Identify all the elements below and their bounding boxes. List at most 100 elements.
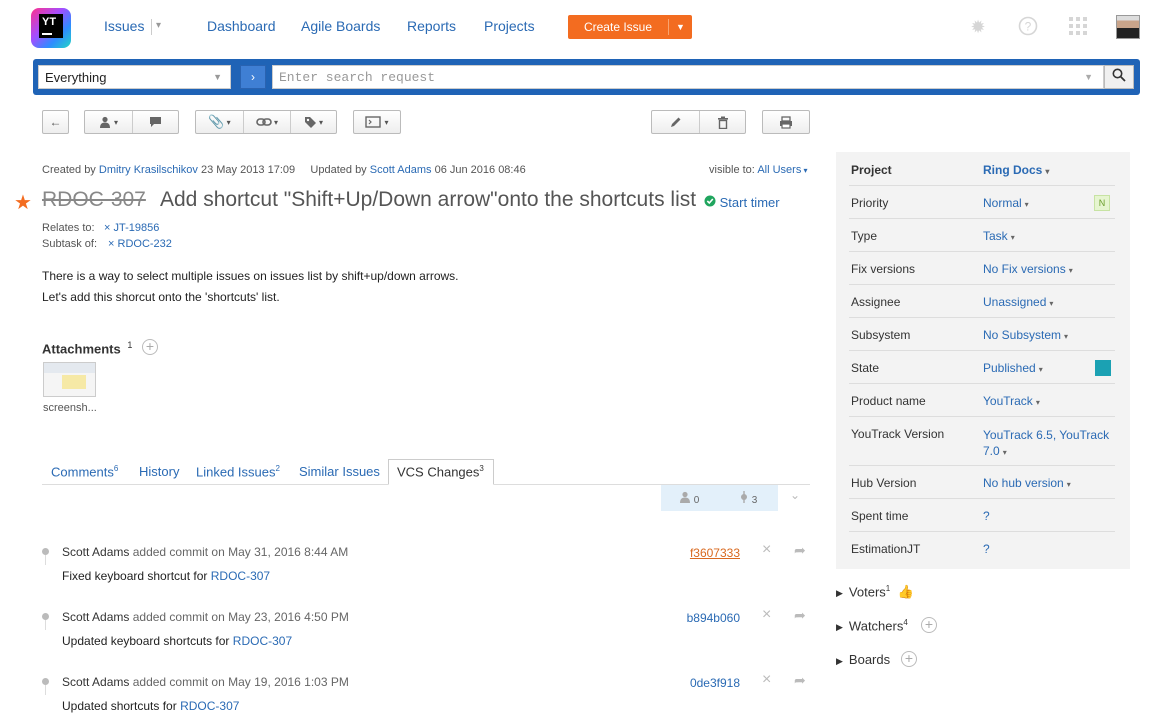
field-value[interactable]: No hub version ▾: [983, 476, 1071, 490]
assign-user-button[interactable]: ▾: [85, 111, 132, 133]
attachment-thumbnail[interactable]: [43, 362, 96, 397]
tag-button[interactable]: ▾: [290, 111, 336, 133]
tab-similar-issues[interactable]: Similar Issues: [299, 464, 380, 479]
created-by-link[interactable]: Dmitry Krasilschikov: [99, 164, 198, 176]
commit-hash[interactable]: b894b060: [660, 611, 740, 625]
field-value[interactable]: No Fix versions ▾: [983, 262, 1073, 276]
command-button[interactable]: ▾: [353, 110, 401, 134]
link-button[interactable]: ▾: [243, 111, 290, 133]
commit-issue-link[interactable]: RDOC-307: [211, 569, 270, 583]
commit-date: May 23, 2016 4:50 PM: [228, 610, 349, 624]
watchers-section[interactable]: ▶ Watchers4: [836, 618, 908, 633]
search-input[interactable]: Enter search request ▼: [272, 65, 1104, 89]
field-state: State Published ▾: [849, 351, 1115, 384]
issue-id[interactable]: RDOC-307: [42, 188, 146, 212]
commit-action: added commit on: [132, 545, 225, 559]
start-timer-button[interactable]: Start timer: [704, 195, 780, 210]
nav-issues[interactable]: Issues: [104, 18, 144, 34]
nav-dashboard[interactable]: Dashboard: [207, 18, 276, 34]
comment-button[interactable]: [132, 111, 178, 133]
attachment-filename[interactable]: screensh...: [43, 402, 97, 414]
remove-icon[interactable]: ×: [108, 238, 114, 250]
field-value[interactable]: Task ▾: [983, 229, 1015, 243]
commit-hash[interactable]: f3607333: [660, 546, 740, 560]
create-issue-button[interactable]: Create Issue ▼: [568, 15, 692, 39]
nav-agile-boards[interactable]: Agile Boards: [301, 18, 380, 34]
boards-section[interactable]: ▶ Boards: [836, 652, 890, 667]
field-value[interactable]: YouTrack 6.5, YouTrack 7.0 ▾: [983, 427, 1109, 461]
add-board-button[interactable]: +: [901, 651, 917, 667]
chevron-down-icon[interactable]: ▼: [1084, 72, 1093, 82]
commit-header: Scott Adams added commit on May 31, 2016…: [62, 545, 348, 559]
commit-author[interactable]: Scott Adams: [62, 675, 129, 689]
user-icon: [680, 491, 690, 503]
close-icon[interactable]: ×: [762, 606, 771, 624]
relates-value[interactable]: JT-19856: [114, 222, 160, 234]
voters-section[interactable]: ▶ Voters1 👍: [836, 584, 914, 600]
field-value[interactable]: Ring Docs ▾: [983, 163, 1049, 177]
print-button[interactable]: [762, 110, 810, 134]
settings-icon[interactable]: ✹: [967, 16, 989, 38]
commit-hash[interactable]: 0de3f918: [660, 676, 740, 690]
tab-history[interactable]: History: [139, 464, 179, 479]
vcs-stats: 0 3: [661, 485, 778, 511]
attach-link-tag-group: 📎 ▾ ▾ ▾: [195, 110, 337, 134]
nav-reports[interactable]: Reports: [407, 18, 456, 34]
apps-icon[interactable]: [1067, 16, 1089, 38]
chevron-right-icon: ▶: [836, 656, 843, 666]
delete-button[interactable]: [699, 111, 745, 133]
youtrack-logo[interactable]: YT: [31, 8, 71, 48]
issue-title[interactable]: Add shortcut "Shift+Up/Down arrow"onto t…: [160, 188, 696, 212]
chevron-down-icon[interactable]: ▼: [669, 22, 692, 32]
tab-linked-issues[interactable]: Linked Issues2: [196, 464, 280, 479]
field-value[interactable]: ?: [983, 509, 990, 523]
vcs-users[interactable]: 0: [679, 491, 699, 506]
vcs-commits[interactable]: 3: [739, 491, 757, 506]
commit-author[interactable]: Scott Adams: [62, 610, 129, 624]
forward-icon[interactable]: ➦: [794, 542, 806, 559]
subtask-link[interactable]: × RDOC-232: [108, 238, 172, 250]
relates-link[interactable]: × JT-19856: [104, 222, 159, 234]
field-value[interactable]: Normal ▾: [983, 196, 1029, 210]
chevron-down-icon[interactable]: ▾: [156, 20, 161, 31]
search-context-select[interactable]: Everything ▼: [38, 65, 231, 89]
forward-icon[interactable]: ➦: [794, 607, 806, 624]
user-icon: [99, 116, 110, 128]
edit-button[interactable]: [652, 111, 699, 133]
close-icon[interactable]: ×: [762, 541, 771, 559]
nav-projects[interactable]: Projects: [484, 18, 535, 34]
forward-icon[interactable]: ➦: [794, 672, 806, 689]
field-value[interactable]: Unassigned ▾: [983, 295, 1053, 309]
add-attachment-button[interactable]: +: [142, 339, 158, 355]
tab-vcs-changes[interactable]: VCS Changes3: [388, 459, 494, 485]
field-value[interactable]: ?: [983, 542, 990, 556]
user-avatar[interactable]: [1116, 15, 1140, 39]
field-value[interactable]: YouTrack ▾: [983, 394, 1040, 408]
add-watcher-button[interactable]: +: [921, 617, 937, 633]
commit-issue-link[interactable]: RDOC-307: [233, 634, 292, 648]
field-label: Product name: [851, 394, 926, 408]
star-icon[interactable]: ★: [14, 190, 32, 215]
start-timer-label: Start timer: [719, 195, 780, 210]
type-value: Task: [983, 229, 1008, 243]
help-icon[interactable]: ?: [1017, 16, 1039, 38]
field-value[interactable]: Published ▾: [983, 361, 1043, 375]
search-button[interactable]: [1104, 65, 1134, 89]
field-value[interactable]: No Subsystem ▾: [983, 328, 1068, 342]
context-go-button[interactable]: ›: [240, 65, 266, 89]
close-icon[interactable]: ×: [762, 671, 771, 689]
product-value: YouTrack: [983, 394, 1033, 408]
field-product-name: Product name YouTrack ▾: [849, 384, 1115, 417]
subtask-value[interactable]: RDOC-232: [118, 238, 172, 250]
chevron-down-icon[interactable]: ⌄: [790, 488, 800, 502]
updated-by-link[interactable]: Scott Adams: [370, 164, 432, 176]
remove-icon[interactable]: ×: [104, 222, 110, 234]
visibility-select[interactable]: All Users ▾: [757, 164, 807, 176]
commit-issue-link[interactable]: RDOC-307: [180, 699, 239, 713]
link-icon: [256, 118, 272, 126]
tab-comments[interactable]: Comments6: [51, 464, 118, 479]
attach-button[interactable]: 📎 ▾: [196, 111, 243, 133]
thumb-up-icon[interactable]: 👍: [898, 584, 914, 599]
commit-author[interactable]: Scott Adams: [62, 545, 129, 559]
back-button[interactable]: ←: [42, 110, 69, 134]
